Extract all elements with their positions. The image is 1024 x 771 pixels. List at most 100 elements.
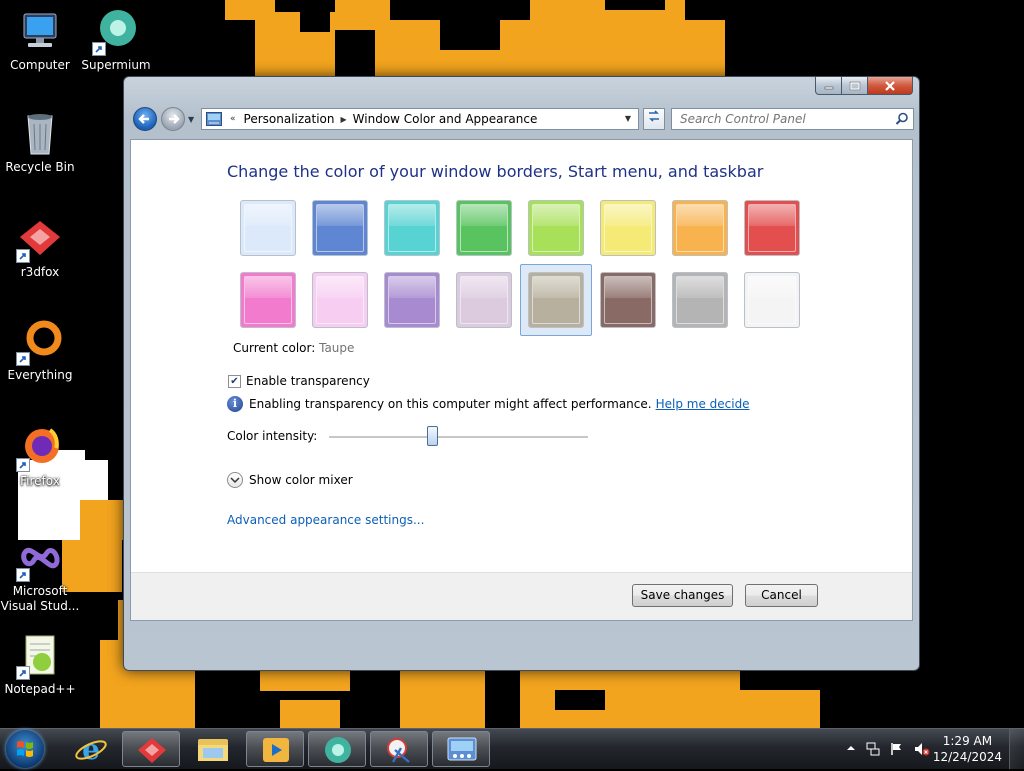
r3dfox-icon [138, 738, 166, 763]
internet-explorer-icon: e [75, 733, 107, 766]
taskbar-file-explorer[interactable] [184, 731, 242, 767]
desktop-icon-firefox[interactable]: Firefox [0, 424, 80, 489]
back-button[interactable] [133, 107, 157, 131]
forward-button[interactable] [161, 107, 185, 131]
expand-chevron-icon[interactable] [227, 472, 243, 488]
color-swatch-twilight[interactable] [312, 200, 368, 256]
address-bar[interactable]: « Personalization ▶ Window Color and App… [201, 108, 639, 130]
network-icon[interactable] [866, 742, 880, 756]
cancel-button[interactable]: Cancel [745, 584, 818, 607]
color-swatch-blush[interactable] [312, 272, 368, 328]
enable-transparency-label[interactable]: Enable transparency [246, 374, 370, 388]
color-swatch-ruby[interactable] [744, 200, 800, 256]
color-swatch-leaf[interactable] [456, 200, 512, 256]
save-changes-button[interactable]: Save changes [632, 584, 733, 607]
action-center-flag-icon[interactable] [890, 742, 904, 756]
swatch-gloss [532, 276, 580, 324]
desktop-icon-label: Supermium [81, 58, 151, 72]
volume-muted-icon[interactable] [914, 742, 930, 756]
address-dropdown-icon[interactable]: ▼ [620, 112, 636, 126]
start-button[interactable] [6, 730, 44, 768]
swatch-gloss [748, 276, 796, 324]
content-pane: Change the color of your window borders,… [130, 139, 913, 621]
color-swatch-slate[interactable] [672, 272, 728, 328]
taskbar-supermium[interactable] [308, 731, 366, 767]
desktop-icon-everything[interactable]: Everything [0, 318, 80, 383]
show-desktop-button[interactable] [1009, 729, 1024, 769]
recent-pages-dropdown[interactable]: ▼ [188, 115, 196, 124]
show-hidden-icons-icon[interactable] [846, 743, 856, 753]
breadcrumb-window-color[interactable]: Window Color and Appearance [353, 112, 538, 126]
swatch-gloss [244, 276, 292, 324]
maximize-icon [849, 81, 860, 90]
shortcut-arrow-icon [16, 352, 30, 366]
desktop-icon-label: Everything [7, 368, 73, 382]
maximize-button[interactable] [842, 77, 868, 95]
swatch-gloss [388, 204, 436, 252]
clock-date: 12/24/2024 [932, 750, 1002, 764]
taskbar-internet-explorer[interactable]: e [62, 731, 120, 767]
color-swatch-chocolate[interactable] [600, 272, 656, 328]
current-color-value: Taupe [319, 341, 355, 355]
close-button[interactable] [868, 77, 913, 95]
enable-transparency-checkbox[interactable]: ✔ [228, 374, 241, 388]
color-intensity-slider-thumb[interactable] [427, 426, 439, 446]
clock-time: 1:29 AM [942, 734, 993, 748]
taskbar-r3dfox[interactable] [122, 731, 180, 767]
swatch-gloss [676, 276, 724, 324]
desktop-icon-recycle-bin[interactable]: Recycle Bin [0, 110, 80, 175]
swatch-gloss [388, 276, 436, 324]
swatch-gloss [676, 204, 724, 252]
color-swatch-pumpkin[interactable] [672, 200, 728, 256]
show-color-mixer-label[interactable]: Show color mixer [249, 473, 353, 487]
firefox-icon [16, 424, 64, 472]
supermium-icon [92, 8, 140, 56]
breadcrumb-chevron-icon[interactable]: ▶ [341, 115, 347, 124]
transparency-info-row: i Enabling transparency on this computer… [227, 396, 750, 412]
desktop-icon-supermium[interactable]: Supermium [76, 8, 156, 73]
swatch-gloss [604, 204, 652, 252]
desktop-icon-label: Recycle Bin [5, 160, 75, 174]
color-swatch-lemon[interactable] [600, 200, 656, 256]
color-swatch-sky[interactable] [240, 200, 296, 256]
swatch-gloss [460, 276, 508, 324]
system-clock[interactable]: 1:29 AM 12/24/2024 [933, 733, 1002, 765]
shortcut-arrow-icon [16, 458, 30, 472]
color-swatch-frost[interactable] [744, 272, 800, 328]
breadcrumb-overflow[interactable]: « [230, 114, 236, 124]
color-swatch-lime[interactable] [528, 200, 584, 256]
color-swatch-taupe[interactable] [528, 272, 584, 328]
desktop-icon-label: r3dfox [20, 265, 60, 279]
color-swatch-lavender[interactable] [456, 272, 512, 328]
swatch-gloss [460, 204, 508, 252]
enable-transparency-row: ✔ Enable transparency [228, 374, 370, 388]
back-arrow-icon [138, 114, 149, 124]
everything-icon [16, 318, 64, 366]
color-swatch-violet[interactable] [384, 272, 440, 328]
color-swatch-sea[interactable] [384, 200, 440, 256]
breadcrumb-personalization[interactable]: Personalization [244, 112, 335, 126]
desktop-icon-r3dfox[interactable]: r3dfox [0, 215, 80, 280]
color-intensity-slider-track[interactable] [329, 436, 588, 439]
taskbar-snipping-tool[interactable] [370, 731, 428, 767]
refresh-button[interactable] [643, 108, 665, 130]
desktop-icon-computer[interactable]: Computer [0, 8, 80, 73]
desktop-icon-notepadpp[interactable]: Notepad++ [0, 632, 80, 697]
search-box[interactable] [671, 108, 914, 130]
close-icon [885, 80, 895, 91]
computer-icon [16, 8, 64, 56]
advanced-appearance-link[interactable]: Advanced appearance settings... [227, 513, 424, 527]
dialog-footer: Save changes Cancel [131, 572, 912, 620]
taskbar-media-player[interactable] [246, 731, 304, 767]
taskbar-control-panel[interactable] [432, 731, 490, 767]
minimize-button[interactable] [815, 77, 842, 95]
search-icon[interactable] [895, 112, 909, 126]
supermium-icon [325, 737, 351, 763]
desktop-icon-label: Firefox [20, 474, 60, 488]
show-color-mixer-row[interactable]: Show color mixer [227, 472, 353, 488]
desktop-icon-visual-studio[interactable]: Microsoft Visual Stud... [0, 534, 80, 614]
help-me-decide-link[interactable]: Help me decide [656, 397, 750, 411]
swatch-gloss [748, 204, 796, 252]
search-input[interactable] [678, 111, 892, 127]
color-swatch-fuchsia[interactable] [240, 272, 296, 328]
